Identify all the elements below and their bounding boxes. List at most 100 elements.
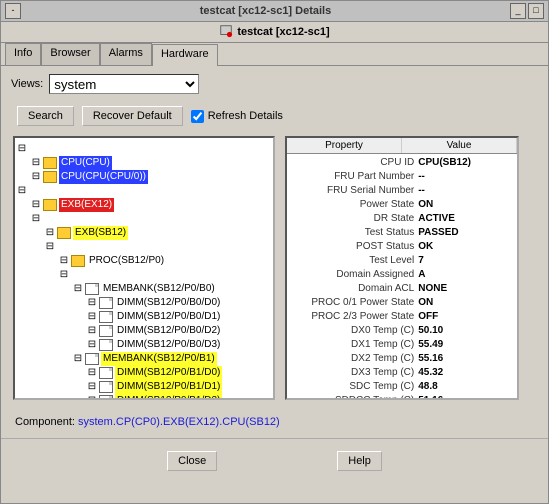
tree-label[interactable]: MEMBANK(SB12/P0/B0)	[101, 282, 217, 296]
property-row: PROC 2/3 Power StateOFF	[291, 310, 513, 324]
property-row: FRU Serial Number--	[291, 184, 513, 198]
tree-node[interactable]: ⊟ PROC(SB12/P0)	[17, 254, 271, 268]
tab-bar: Info Browser Alarms Hardware	[1, 43, 548, 66]
property-key: FRU Serial Number	[291, 184, 418, 198]
tree-node[interactable]: ⊟ MEMBANK(SB12/P0/B1)	[17, 352, 271, 366]
tree-label[interactable]: EXB(SB12)	[73, 226, 128, 240]
tree-label[interactable]: CPU(CPU(CPU/0))	[59, 170, 148, 184]
tree-node[interactable]: ⊟	[17, 184, 271, 198]
tab-info[interactable]: Info	[5, 43, 41, 65]
close-button[interactable]: Close	[167, 451, 217, 471]
maximize-icon[interactable]: □	[528, 3, 544, 19]
property-panel[interactable]: Property Value CPU IDCPU(SB12)FRU Part N…	[285, 136, 519, 400]
property-value: 7	[418, 254, 513, 268]
toggle-icon[interactable]: ⊟	[31, 212, 41, 226]
property-value: 45.32	[418, 366, 513, 380]
property-row: Domain ACLNONE	[291, 282, 513, 296]
subtitle-text: testcat [xc12-sc1]	[237, 26, 329, 38]
tree-label[interactable]: MEMBANK(SB12/P0/B1)	[101, 352, 217, 366]
tree-panel[interactable]: ⊟⊟CPU(CPU)⊟CPU(CPU(CPU/0))⊟⊟EXB(EX12)⊟⊟E…	[13, 136, 275, 400]
tree-node[interactable]: ⊟ DIMM(SB12/P0/B0/D0)	[17, 296, 271, 310]
property-row: CPU IDCPU(SB12)	[291, 156, 513, 170]
property-key: PROC 0/1 Power State	[291, 296, 418, 310]
help-button[interactable]: Help	[337, 451, 382, 471]
component-path[interactable]: system.CP(CP0).EXB(EX12).CPU(SB12)	[78, 416, 280, 428]
document-icon	[85, 283, 99, 295]
views-select[interactable]: system	[49, 74, 199, 94]
refresh-checkbox[interactable]: Refresh Details	[191, 110, 283, 123]
document-icon	[99, 325, 113, 337]
property-row: DX0 Temp (C)50.10	[291, 324, 513, 338]
toggle-icon[interactable]: ⊟	[31, 170, 41, 184]
tree-node[interactable]: ⊟ DIMM(SB12/P0/B1/D2)	[17, 394, 271, 400]
property-value: 55.16	[418, 352, 513, 366]
toggle-icon[interactable]: ⊟	[45, 226, 55, 240]
toggle-icon[interactable]: ⊟	[87, 394, 97, 400]
toggle-icon[interactable]: ⊟	[31, 156, 41, 170]
toggle-icon[interactable]: ⊟	[59, 268, 69, 282]
property-key: PROC 2/3 Power State	[291, 310, 418, 324]
toggle-icon[interactable]: ⊟	[31, 198, 41, 212]
toggle-icon[interactable]: ⊟	[17, 142, 27, 156]
tab-alarms[interactable]: Alarms	[100, 43, 152, 65]
tree-label[interactable]: DIMM(SB12/P0/B0/D3)	[115, 338, 222, 352]
folder-icon	[43, 157, 57, 169]
toggle-icon[interactable]: ⊟	[73, 282, 83, 296]
toggle-icon[interactable]: ⊟	[45, 240, 55, 254]
toggle-icon[interactable]: ⊟	[87, 324, 97, 338]
tree-label[interactable]: PROC(SB12/P0)	[87, 254, 166, 268]
toggle-icon[interactable]: ⊟	[87, 310, 97, 324]
tree-label[interactable]: DIMM(SB12/P0/B0/D2)	[115, 324, 222, 338]
tab-browser[interactable]: Browser	[41, 43, 99, 65]
search-button[interactable]: Search	[17, 106, 74, 126]
tree-node[interactable]: ⊟ EXB(SB12)	[17, 226, 271, 240]
minimize-icon[interactable]: _	[510, 3, 526, 19]
tree-label[interactable]: DIMM(SB12/P0/B1/D0)	[115, 366, 222, 380]
tree-node[interactable]: ⊟ DIMM(SB12/P0/B0/D3)	[17, 338, 271, 352]
recover-default-button[interactable]: Recover Default	[82, 106, 183, 126]
refresh-checkbox-input[interactable]	[191, 110, 204, 123]
tree-label[interactable]: CPU(CPU)	[59, 156, 112, 170]
tree-node[interactable]: ⊟	[17, 240, 271, 254]
property-key: DX0 Temp (C)	[291, 324, 418, 338]
property-row: POST StatusOK	[291, 240, 513, 254]
hardware-tree: ⊟⊟CPU(CPU)⊟CPU(CPU(CPU/0))⊟⊟EXB(EX12)⊟⊟E…	[15, 138, 273, 400]
property-row: Power StateON	[291, 198, 513, 212]
tree-node[interactable]: ⊟ DIMM(SB12/P0/B0/D1)	[17, 310, 271, 324]
refresh-label: Refresh Details	[208, 110, 283, 122]
toggle-icon[interactable]: ⊟	[59, 254, 69, 268]
tree-node[interactable]: ⊟ DIMM(SB12/P0/B1/D0)	[17, 366, 271, 380]
toggle-icon[interactable]: ⊟	[73, 352, 83, 366]
tree-node[interactable]: ⊟	[17, 268, 271, 282]
menu-icon[interactable]: -	[5, 3, 21, 19]
property-key: DX1 Temp (C)	[291, 338, 418, 352]
tree-label[interactable]: DIMM(SB12/P0/B0/D0)	[115, 296, 222, 310]
document-icon	[99, 311, 113, 323]
tree-label[interactable]: DIMM(SB12/P0/B1/D2)	[115, 394, 222, 400]
property-list: CPU IDCPU(SB12)FRU Part Number--FRU Seri…	[287, 154, 517, 400]
tree-node[interactable]: ⊟	[17, 212, 271, 226]
property-key: DR State	[291, 212, 418, 226]
tree-label[interactable]: DIMM(SB12/P0/B1/D1)	[115, 380, 222, 394]
tree-label[interactable]: DIMM(SB12/P0/B0/D1)	[115, 310, 222, 324]
tree-node[interactable]: ⊟ CPU(CPU(CPU/0))	[17, 170, 271, 184]
toggle-icon[interactable]: ⊟	[87, 380, 97, 394]
property-value: --	[418, 184, 513, 198]
tab-hardware[interactable]: Hardware	[152, 44, 218, 66]
document-icon	[85, 353, 99, 365]
property-row: SDDCC Temp (C)51.16	[291, 394, 513, 400]
tree-label[interactable]: EXB(EX12)	[59, 198, 114, 212]
toggle-icon[interactable]: ⊟	[87, 338, 97, 352]
property-row: Test StatusPASSED	[291, 226, 513, 240]
toggle-icon[interactable]: ⊟	[87, 366, 97, 380]
tree-node[interactable]: ⊟ DIMM(SB12/P0/B1/D1)	[17, 380, 271, 394]
property-value: 48.8	[418, 380, 513, 394]
property-row: Domain AssignedA	[291, 268, 513, 282]
toggle-icon[interactable]: ⊟	[17, 184, 27, 198]
tree-node[interactable]: ⊟ DIMM(SB12/P0/B0/D2)	[17, 324, 271, 338]
tree-node[interactable]: ⊟	[17, 142, 271, 156]
toggle-icon[interactable]: ⊟	[87, 296, 97, 310]
tree-node[interactable]: ⊟ MEMBANK(SB12/P0/B0)	[17, 282, 271, 296]
tree-node[interactable]: ⊟ EXB(EX12)	[17, 198, 271, 212]
tree-node[interactable]: ⊟ CPU(CPU)	[17, 156, 271, 170]
